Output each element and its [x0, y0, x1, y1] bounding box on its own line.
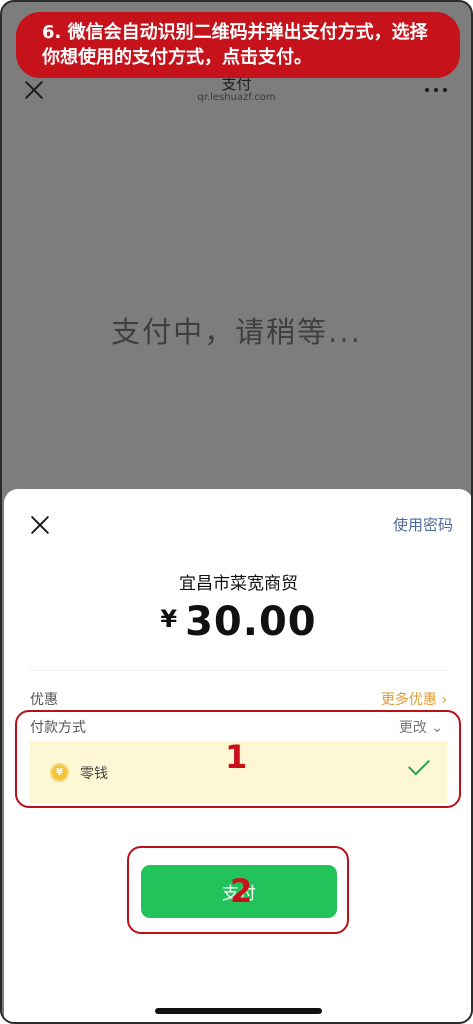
- more-discount-link[interactable]: 更多优惠 ›: [381, 689, 447, 709]
- merchant-name: 宜昌市菜宽商贸: [179, 574, 298, 594]
- home-indicator: [155, 1008, 322, 1014]
- discount-label: 优惠: [30, 692, 58, 708]
- payment-sheet: 使用密码 宜昌市菜宽商贸 ¥30.00 优惠 更多优惠 › 付款方式 更改 ⌄ …: [4, 489, 471, 1022]
- phone-frame: 支付 qr.leshuazf.com 支付中，请稍等... 6. 微信会自动识别…: [0, 0, 473, 1024]
- use-password-link[interactable]: 使用密码: [393, 514, 453, 535]
- payment-amount: ¥30.00: [4, 599, 471, 645]
- divider: [30, 670, 447, 671]
- more-options-icon[interactable]: [425, 88, 447, 94]
- annotation-number-2: 2: [230, 872, 253, 910]
- amount-value: 30.00: [185, 599, 317, 645]
- paying-status-text: 支付中，请稍等...: [111, 315, 362, 349]
- currency-symbol: ¥: [160, 605, 178, 633]
- annotation-number-1: 1: [225, 738, 248, 776]
- instruction-banner: 6. 微信会自动识别二维码并弹出支付方式，选择你想使用的支付方式，点击支付。: [16, 12, 460, 78]
- sheet-close-icon[interactable]: [30, 515, 50, 535]
- webview-url: qr.leshuazf.com: [197, 92, 276, 103]
